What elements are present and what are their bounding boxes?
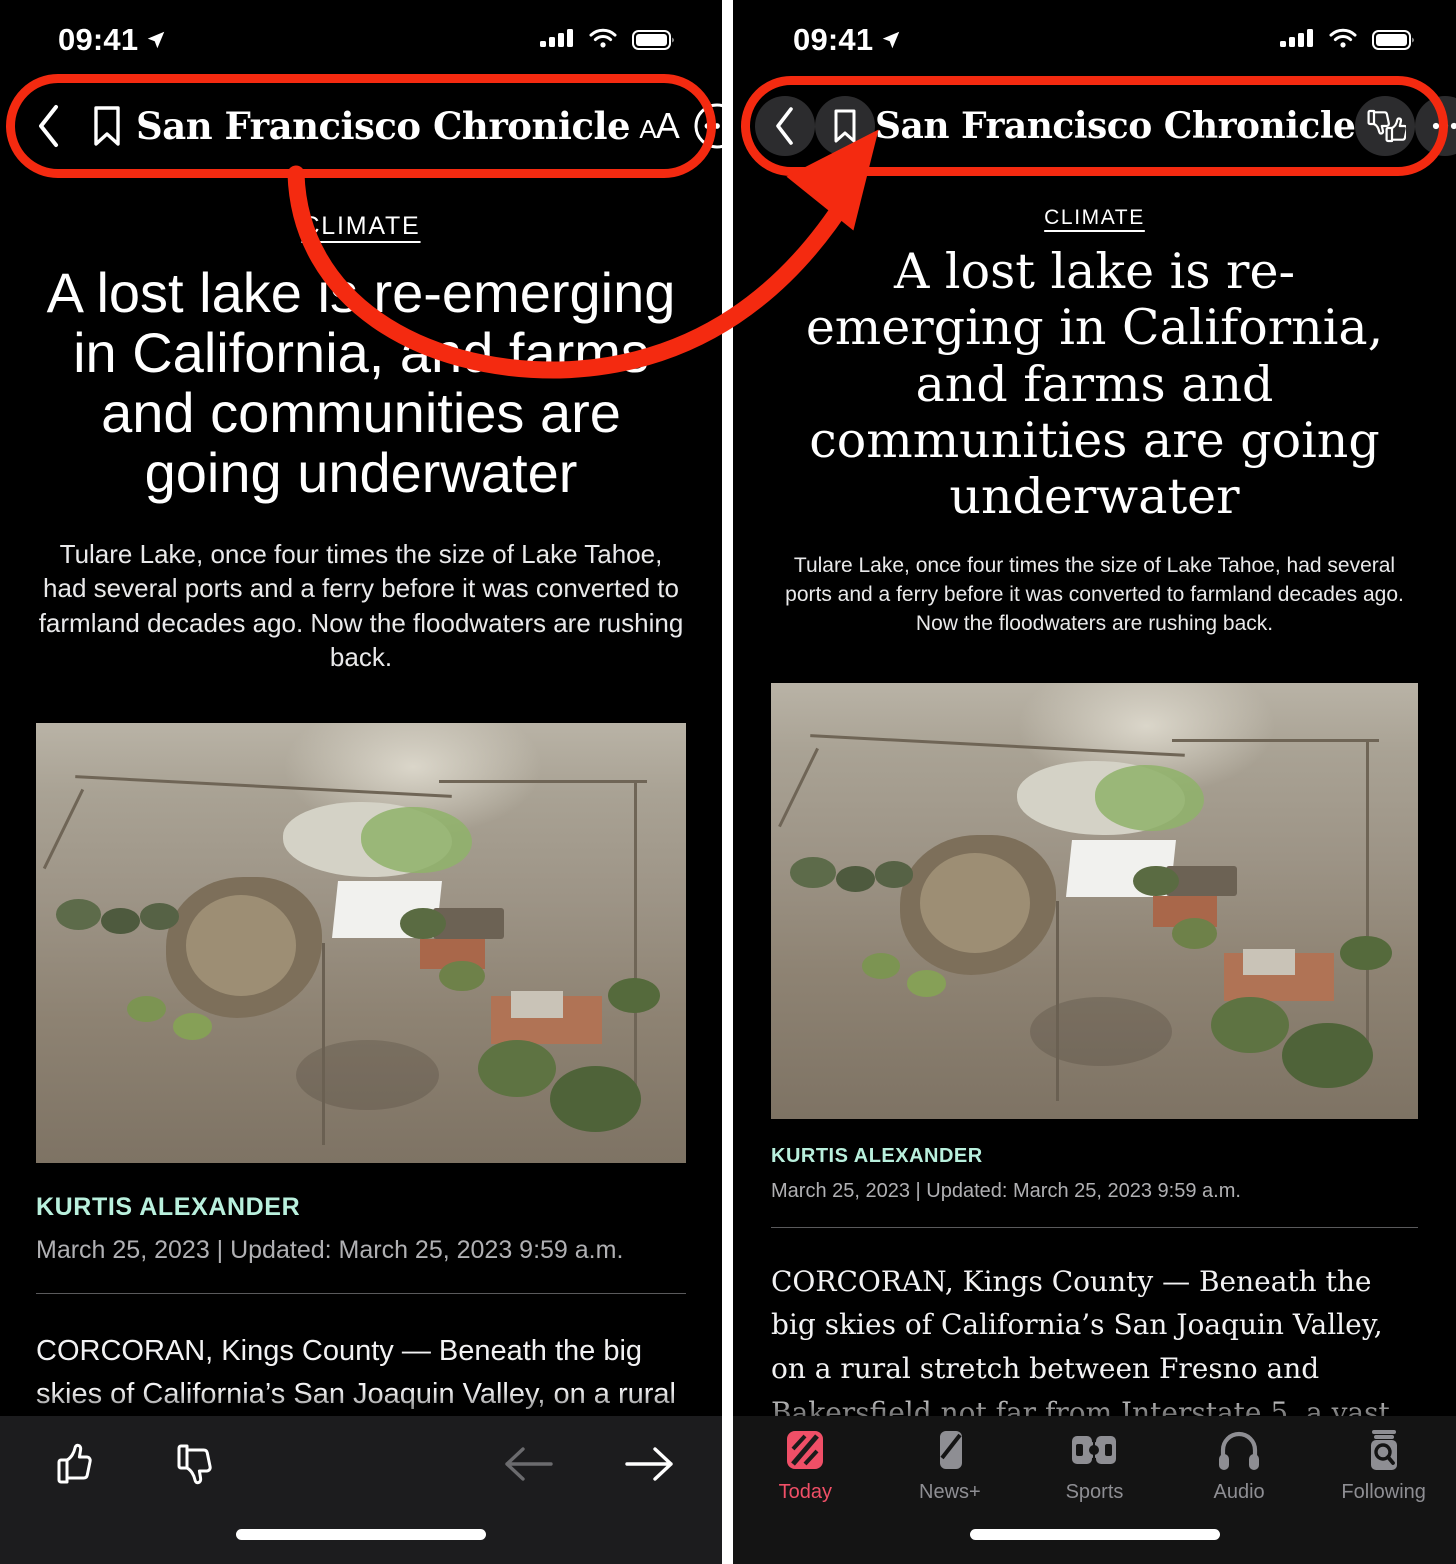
right-phone-panel: 09:41 San Francisco Chronicle CLIMATE A … [733, 0, 1456, 1564]
article-kicker[interactable]: CLIMATE [0, 212, 722, 241]
tab-label: Following [1341, 1481, 1426, 1503]
text-size-button[interactable]: AA [630, 97, 688, 155]
rate-story-button[interactable] [1355, 96, 1416, 156]
divider-rule [771, 1226, 1418, 1228]
clock-time: 09:41 [58, 22, 139, 57]
cellular-bars-icon [1280, 29, 1313, 47]
ellipsis-circle-icon [1433, 122, 1456, 130]
tab-label: Sports [1065, 1481, 1124, 1503]
back-button[interactable] [755, 96, 815, 156]
home-indicator[interactable] [236, 1529, 486, 1540]
news-tab-bar: Today News+ Sports Audio Following [733, 1416, 1456, 1564]
previous-article-button[interactable] [500, 1436, 556, 1492]
wifi-icon [1329, 28, 1357, 48]
article-content: CLIMATE A lost lake is re-emerging in Ca… [733, 206, 1456, 1478]
divider-rule [36, 1292, 686, 1294]
status-bar: 09:41 [0, 0, 722, 80]
article-dateline: March 25, 2023 | Updated: March 25, 2023… [36, 1235, 624, 1264]
left-toolbar-region: San Francisco Chronicle AA [0, 74, 722, 178]
comparison-screenshot: 09:41 San Francisco Chronicle AA CLIMATE… [0, 0, 1456, 1564]
next-article-button[interactable] [622, 1436, 678, 1492]
status-bar: 09:41 [733, 0, 1456, 80]
article-dek: Tulare Lake, once four times the size of… [38, 538, 684, 673]
tab-following[interactable]: Following [1311, 1428, 1456, 1516]
left-phone-panel: 09:41 San Francisco Chronicle AA CLIMATE… [0, 0, 722, 1564]
more-options-button[interactable] [688, 97, 722, 155]
thumbs-up-down-icon [1367, 109, 1407, 143]
thumbs-down-button[interactable] [164, 1436, 220, 1492]
status-bar-clock-group: 09:41 [793, 22, 902, 58]
tab-audio[interactable]: Audio [1167, 1428, 1312, 1516]
tab-label: News+ [919, 1481, 981, 1503]
clock-time: 09:41 [793, 22, 874, 57]
bookmark-icon [834, 109, 856, 143]
location-arrow-icon [148, 31, 165, 49]
arrow-right-icon [625, 1447, 673, 1481]
bookmark-button[interactable] [78, 97, 136, 155]
chevron-left-icon [39, 105, 58, 147]
thumbs-up-button[interactable] [44, 1436, 100, 1492]
cellular-bars-icon [540, 29, 573, 47]
article-byline[interactable]: KURTIS ALEXANDER [771, 1145, 1418, 1168]
status-indicators [1280, 28, 1416, 52]
reader-bottom-bar [0, 1416, 722, 1564]
ellipsis-circle-icon [694, 103, 722, 149]
aerial-flooded-farmland-photo [771, 682, 1418, 1119]
wifi-icon [589, 28, 617, 48]
browser-toolbar: San Francisco Chronicle AA [20, 84, 722, 168]
article-content: CLIMATE A lost lake is re-emerging in Ca… [0, 212, 722, 1504]
article-photo [771, 682, 1418, 1119]
arrow-left-icon [505, 1447, 553, 1481]
battery-icon [632, 30, 674, 50]
publication-masthead: San Francisco Chronicle [875, 105, 1356, 147]
news-app-icon [787, 1431, 824, 1469]
article-dek: Tulare Lake, once four times the size of… [785, 553, 1404, 635]
news-toolbar: San Francisco Chronicle [755, 84, 1456, 168]
tab-news-plus[interactable]: News+ [878, 1428, 1023, 1516]
bookmark-button[interactable] [815, 96, 875, 156]
thumbs-down-icon [177, 1444, 212, 1485]
right-toolbar-region: San Francisco Chronicle [733, 76, 1456, 176]
status-indicators [540, 28, 676, 52]
aerial-flooded-farmland-photo [36, 722, 686, 1163]
article-byline[interactable]: KURTIS ALEXANDER [36, 1193, 686, 1222]
following-search-icon [1370, 1430, 1397, 1470]
publication-masthead: San Francisco Chronicle [136, 103, 631, 148]
newsplus-icon [939, 1431, 962, 1469]
bookmark-icon [94, 106, 120, 146]
article-dateline: March 25, 2023 | Updated: March 25, 2023… [771, 1179, 1241, 1202]
headphones-icon [1219, 1431, 1260, 1470]
tab-label: Audio [1213, 1481, 1265, 1503]
article-photo [36, 722, 686, 1163]
thumbs-up-icon [57, 1443, 92, 1484]
text-size-label: AA [639, 105, 679, 146]
panel-divider [722, 0, 733, 1564]
article-headline: A lost lake is re-emerging in California… [46, 261, 676, 504]
tab-label: Today [778, 1481, 832, 1503]
home-indicator[interactable] [969, 1529, 1220, 1540]
sports-icon [1072, 1434, 1117, 1466]
back-button[interactable] [20, 97, 78, 155]
article-headline: A lost lake is re-emerging in California… [805, 243, 1384, 526]
battery-icon [1372, 30, 1414, 50]
article-kicker[interactable]: CLIMATE [733, 206, 1456, 230]
tab-sports[interactable]: Sports [1022, 1428, 1167, 1516]
chevron-left-icon [776, 107, 793, 145]
tab-today[interactable]: Today [733, 1428, 878, 1516]
status-bar-clock-group: 09:41 [58, 22, 167, 58]
location-arrow-icon [883, 31, 900, 49]
more-options-button[interactable] [1415, 96, 1456, 156]
